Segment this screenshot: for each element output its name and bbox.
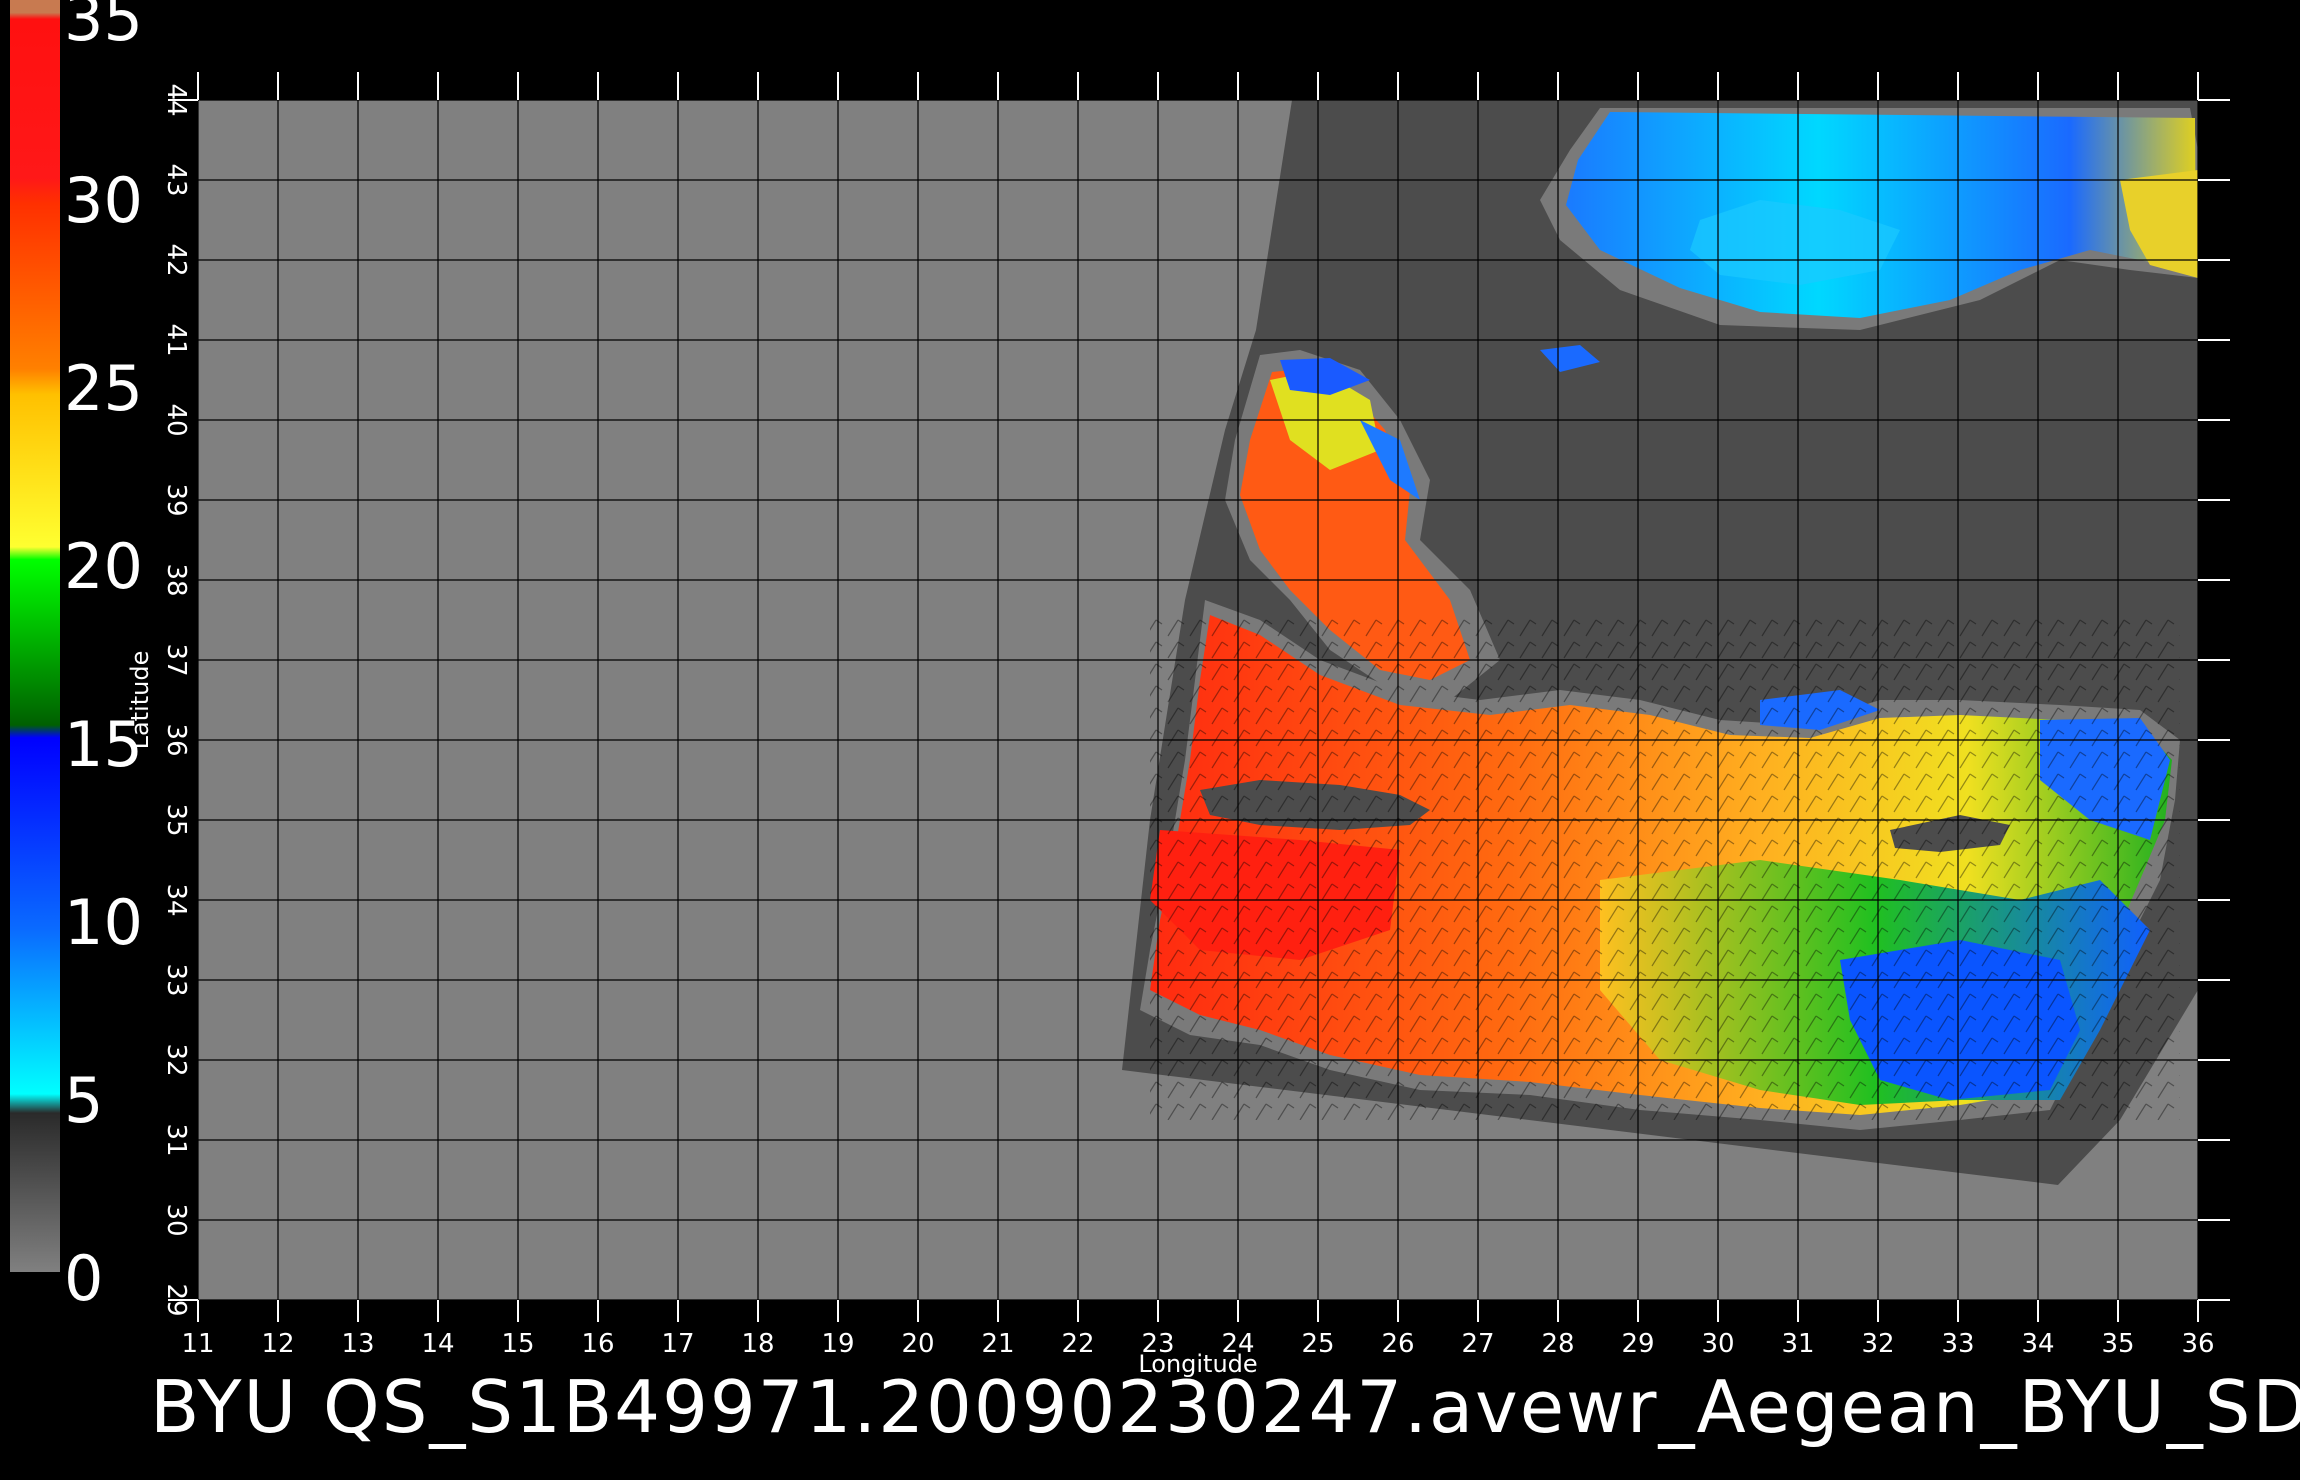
- lon-tick-label: 21: [981, 1329, 1014, 1359]
- lon-tick-label: 25: [1301, 1329, 1334, 1359]
- lon-tick-label: 30: [1701, 1329, 1734, 1359]
- lon-tick-label: 15: [501, 1329, 534, 1359]
- lon-tick-label: 14: [421, 1329, 454, 1359]
- legend-label: 10: [64, 886, 143, 959]
- lon-tick-label: 13: [341, 1329, 374, 1359]
- lon-tick-label: 19: [821, 1329, 854, 1359]
- lat-tick-label: 39: [161, 483, 191, 516]
- lat-tick-label: 36: [161, 723, 191, 756]
- lon-tick-label: 35: [2101, 1329, 2134, 1359]
- lat-tick-label: 38: [161, 563, 191, 596]
- legend-label: 25: [64, 352, 143, 425]
- mediterranean-sea-region: [1140, 600, 2180, 1130]
- lat-tick-label: 31: [161, 1123, 191, 1156]
- lon-tick-label: 11: [181, 1329, 214, 1359]
- image-caption: BYU QS_S1B49971.20090230247.avewr_Aegean…: [150, 1365, 2300, 1449]
- legend-color-bar: [10, 0, 60, 1272]
- lon-tick-label: 31: [1781, 1329, 1814, 1359]
- lon-tick-label: 28: [1541, 1329, 1574, 1359]
- legend-label: 20: [64, 530, 143, 603]
- lat-tick-label: 44: [161, 83, 191, 116]
- legend-label: 0: [64, 1242, 103, 1315]
- y-axis-title: Latitude: [126, 651, 154, 750]
- lon-tick-label: 32: [1861, 1329, 1894, 1359]
- lon-tick-label: 12: [261, 1329, 294, 1359]
- lat-tick-label: 35: [161, 803, 191, 836]
- lon-tick-label: 20: [901, 1329, 934, 1359]
- lon-tick-label: 17: [661, 1329, 694, 1359]
- lat-tick-label: 30: [161, 1203, 191, 1236]
- latitude-labels: 29 30 31 32 33 34 35 36 37 38 39 40 41 4…: [161, 83, 191, 1316]
- lat-tick-label: 43: [161, 163, 191, 196]
- lon-tick-label: 34: [2021, 1329, 2054, 1359]
- lat-tick-label: 42: [161, 243, 191, 276]
- lon-tick-label: 22: [1061, 1329, 1094, 1359]
- lon-tick-label: 33: [1941, 1329, 1974, 1359]
- color-legend: 0 5 10 15 20 25 30 35: [10, 0, 143, 1315]
- lon-tick-label: 29: [1621, 1329, 1654, 1359]
- lon-tick-label: 18: [741, 1329, 774, 1359]
- legend-label: 5: [64, 1064, 103, 1137]
- legend-label: 35: [64, 0, 143, 55]
- lat-tick-label: 41: [161, 323, 191, 356]
- lat-tick-label: 40: [161, 403, 191, 436]
- lat-tick-label: 32: [161, 1043, 191, 1076]
- lat-tick-label: 29: [161, 1283, 191, 1316]
- lon-tick-label: 36: [2181, 1329, 2214, 1359]
- lon-tick-label: 26: [1381, 1329, 1414, 1359]
- lon-tick-label: 27: [1461, 1329, 1494, 1359]
- legend-label: 30: [64, 164, 143, 237]
- lat-tick-label: 34: [161, 883, 191, 916]
- wind-speed-map: 0 5 10 15 20 25 30 35 11 12 13 14 15 16 …: [10, 0, 2230, 1378]
- lon-tick-label: 16: [581, 1329, 614, 1359]
- lat-tick-label: 37: [161, 643, 191, 676]
- lat-tick-label: 33: [161, 963, 191, 996]
